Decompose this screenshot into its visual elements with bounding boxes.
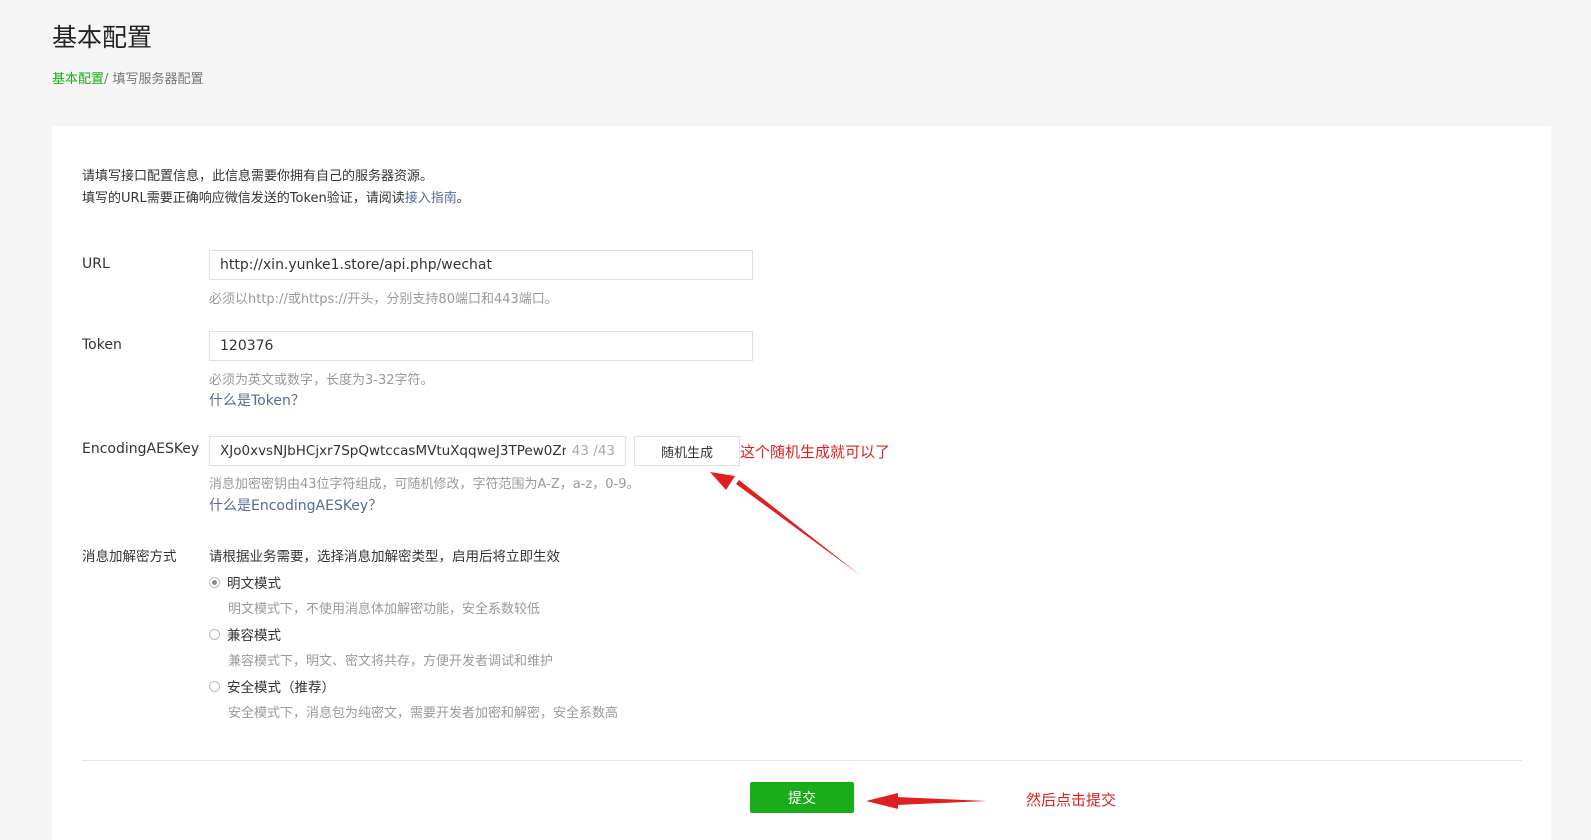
intro-line-2: 填写的URL需要正确响应微信发送的Token验证，请阅读接入指南。 [82,188,470,210]
access-guide-link[interactable]: 接入指南 [405,191,457,206]
breadcrumb-link-basic-config[interactable]: 基本配置 [52,72,104,87]
radio-plaintext-mode[interactable]: 明文模式 [209,572,281,592]
url-label: URL [82,256,110,272]
radio-indicator[interactable] [209,681,220,692]
breadcrumb-current: 填写服务器配置 [113,72,204,87]
radio-label-compatible: 兼容模式 [227,624,281,644]
what-is-aes-key-link[interactable]: 什么是EncodingAESKey？ [209,495,382,515]
radio-secure-mode[interactable]: 安全模式（推荐） [209,676,335,696]
aes-key-char-count: 43 /43 [566,443,625,459]
radio-compatible-mode[interactable]: 兼容模式 [209,624,281,644]
radio-label-plaintext: 明文模式 [227,572,281,592]
aes-key-hint: 消息加密密钥由43位字符组成，可随机修改，字符范围为A-Z，a-z，0-9。 [209,473,639,492]
encryption-mode-label: 消息加解密方式 [82,545,177,565]
token-label: Token [82,337,122,353]
breadcrumb: 基本配置/ 填写服务器配置 [52,68,204,87]
aes-key-input[interactable]: XJo0xvsNJbHCjxr7SpQwtccasMVtuXqqweJ3TPew… [209,436,626,466]
intro-line-1: 请填写接口配置信息，此信息需要你拥有自己的服务器资源。 [82,166,470,188]
random-generate-button[interactable]: 随机生成 [634,436,740,466]
aes-key-value: XJo0xvsNJbHCjxr7SpQwtccasMVtuXqqweJ3TPew… [210,443,566,459]
page-title: 基本配置 [52,18,152,54]
annotation-random-note: 这个随机生成就可以了 [740,441,890,462]
url-input[interactable] [209,250,753,280]
intro-text: 请填写接口配置信息，此信息需要你拥有自己的服务器资源。 填写的URL需要正确响应… [82,166,470,210]
compatible-mode-desc: 兼容模式下，明文、密文将共存，方便开发者调试和维护 [228,650,553,669]
secure-mode-desc: 安全模式下，消息包为纯密文，需要开发者加密和解密，安全系数高 [228,702,618,721]
token-hint: 必须为英文或数字，长度为3-32字符。 [209,369,434,388]
encryption-mode-prompt: 请根据业务需要，选择消息加解密类型，启用后将立即生效 [209,545,560,565]
breadcrumb-separator: / [104,72,108,87]
radio-indicator-checked[interactable] [209,577,220,588]
plaintext-mode-desc: 明文模式下，不使用消息体加解密功能，安全系数较低 [228,598,540,617]
url-hint: 必须以http://或https://开头，分别支持80端口和443端口。 [209,288,558,307]
annotation-submit-note: 然后点击提交 [1026,789,1116,810]
submit-button[interactable]: 提交 [750,782,854,813]
what-is-token-link[interactable]: 什么是Token？ [209,390,305,410]
token-input[interactable] [209,331,753,361]
intro-line-2-suffix: 。 [457,191,470,206]
radio-indicator[interactable] [209,629,220,640]
config-panel: 请填写接口配置信息，此信息需要你拥有自己的服务器资源。 填写的URL需要正确响应… [52,126,1551,840]
divider [82,760,1522,761]
radio-label-secure: 安全模式（推荐） [227,676,335,696]
intro-line-2-prefix: 填写的URL需要正确响应微信发送的Token验证，请阅读 [82,191,405,206]
aes-key-label: EncodingAESKey [82,441,199,457]
